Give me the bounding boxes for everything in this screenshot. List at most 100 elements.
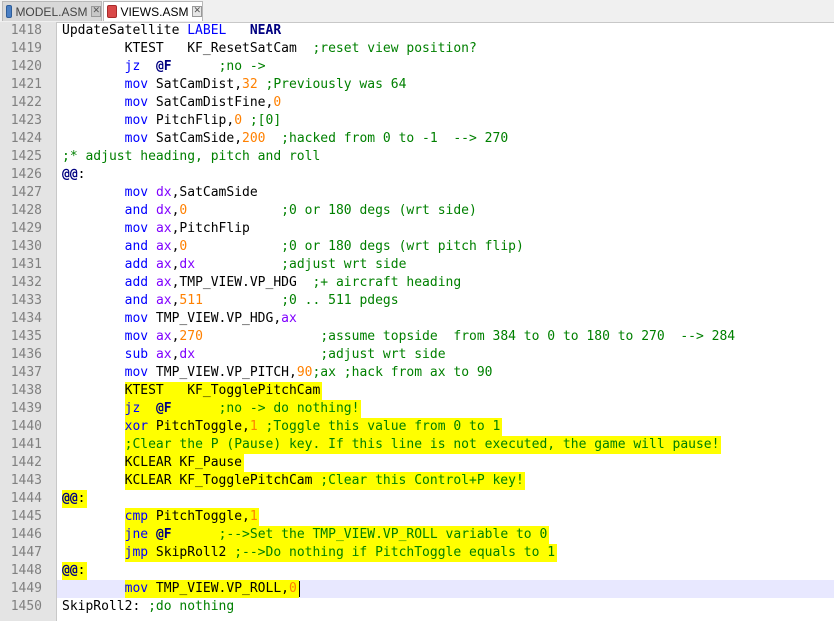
code-token: jz xyxy=(124,59,141,74)
code-line[interactable]: 1449 mov TMP_VIEW.VP_ROLL,0 xyxy=(0,580,834,598)
code-token: add xyxy=(124,275,149,290)
code-token: KCLEAR KF_Pause xyxy=(62,455,243,470)
code-text: jz @F ;no -> do nothing! xyxy=(62,400,360,418)
code-line[interactable]: 1429 mov ax,PitchFlip xyxy=(0,220,834,238)
code-token: ;Clear the P (Pause) key. If this line i… xyxy=(124,437,720,452)
code-token: PitchToggle, xyxy=(148,419,250,434)
code-line[interactable]: 1432 add ax,TMP_VIEW.VP_HDG ;+ aircraft … xyxy=(0,274,834,292)
code-text: @@: xyxy=(62,490,85,508)
close-tab-icon[interactable]: ✕ xyxy=(91,6,101,17)
code-line[interactable]: 1434 mov TMP_VIEW.VP_HDG,ax xyxy=(0,310,834,328)
code-line[interactable]: 1446 jne @F ;-->Set the TMP_VIEW.VP_ROLL… xyxy=(0,526,834,544)
code-line[interactable]: 1442 KCLEAR KF_Pause xyxy=(0,454,834,472)
code-token: mov xyxy=(124,581,149,596)
code-token: : xyxy=(77,563,86,578)
code-text: mov ax,270 ;assume topside from 384 to 0… xyxy=(62,328,736,346)
code-line[interactable]: 1422 mov SatCamDistFine,0 xyxy=(0,94,834,112)
code-line[interactable]: 1433 and ax,511 ;0 .. 511 pdegs xyxy=(0,292,834,310)
code-line[interactable]: 1423 mov PitchFlip,0 ;[0] xyxy=(0,112,834,130)
code-line[interactable]: 1438 KTEST KF_TogglePitchCam xyxy=(0,382,834,400)
code-token: ;* adjust heading, pitch and roll xyxy=(62,149,321,164)
code-token: @F xyxy=(155,527,172,542)
code-token: mov xyxy=(124,329,149,344)
code-token: ax xyxy=(155,221,172,236)
tab-views-asm[interactable]: VIEWS.ASM ✕ xyxy=(103,1,203,21)
code-token: xor xyxy=(124,419,149,434)
code-text: and dx,0 ;0 or 180 degs (wrt side) xyxy=(62,202,477,220)
line-number: 1444 xyxy=(10,491,42,506)
code-line[interactable]: 1419 KTEST KF_ResetSatCam ;reset view po… xyxy=(0,40,834,58)
code-token: ;no -> xyxy=(218,59,266,74)
line-number: 1448 xyxy=(10,563,42,578)
code-token: and xyxy=(124,203,149,218)
code-line[interactable]: 1440 xor PitchToggle,1 ;Toggle this valu… xyxy=(0,418,834,436)
code-editor[interactable]: 1418 UpdateSatellite LABEL NEAR 1419 KTEST… xyxy=(0,22,834,621)
code-token: cmp xyxy=(124,509,149,524)
code-line[interactable]: 1435 mov ax,270 ;assume topside from 384… xyxy=(0,328,834,346)
code-token: add xyxy=(124,257,149,272)
line-number: 1433 xyxy=(10,293,42,308)
code-line[interactable]: 1443 KCLEAR KF_TogglePitchCam ;Clear thi… xyxy=(0,472,834,490)
code-line[interactable]: 1426 @@: xyxy=(0,166,834,184)
line-number: 1434 xyxy=(10,311,42,326)
close-tab-icon[interactable]: ✕ xyxy=(192,6,202,17)
code-text: mov ax,PitchFlip xyxy=(62,220,250,238)
code-token: 0 xyxy=(273,95,282,110)
code-token: mov xyxy=(124,365,149,380)
code-token: @F xyxy=(155,59,172,74)
code-token: dx xyxy=(155,185,172,200)
code-line[interactable]: 1427 mov dx,SatCamSide xyxy=(0,184,834,202)
code-token: @@ xyxy=(62,491,78,506)
code-text: mov SatCamDist,32 ;Previously was 64 xyxy=(62,76,407,94)
code-token: mov xyxy=(124,185,149,200)
code-line[interactable]: 1436 sub ax,dx ;adjust wrt side xyxy=(0,346,834,364)
code-line[interactable]: 1448 @@: xyxy=(0,562,834,580)
code-text: xor PitchToggle,1 ;Toggle this value fro… xyxy=(62,418,501,436)
code-line[interactable]: 1428 and dx,0 ;0 or 180 degs (wrt side) xyxy=(0,202,834,220)
code-token: : xyxy=(77,167,86,182)
code-text: mov TMP_VIEW.VP_PITCH,90;ax ;hack from a… xyxy=(62,364,493,382)
code-token: mov xyxy=(124,95,149,110)
code-line[interactable]: 1445 cmp PitchToggle,1 xyxy=(0,508,834,526)
tab-label: VIEWS.ASM xyxy=(120,4,189,19)
line-number: 1438 xyxy=(10,383,42,398)
code-line[interactable]: 1431 add ax,dx ;adjust wrt side xyxy=(0,256,834,274)
line-number: 1427 xyxy=(10,185,42,200)
code-token: 0 xyxy=(234,113,243,128)
code-line[interactable]: 1430 and ax,0 ;0 or 180 degs (wrt pitch … xyxy=(0,238,834,256)
floppy-disk-unsaved-icon xyxy=(107,5,118,18)
code-token: ;assume topside from 384 to 0 to 180 to … xyxy=(320,329,736,344)
code-token: ;no -> do nothing! xyxy=(218,401,360,416)
tab-model-asm[interactable]: MODEL.ASM ✕ xyxy=(2,1,102,21)
code-line[interactable]: 1437 mov TMP_VIEW.VP_PITCH,90;ax ;hack f… xyxy=(0,364,834,382)
code-text: KTEST KF_ResetSatCam ;reset view positio… xyxy=(62,40,477,58)
code-text: mov TMP_VIEW.VP_ROLL,0 xyxy=(62,580,297,598)
code-line[interactable]: 1418 UpdateSatellite LABEL NEAR xyxy=(0,22,834,40)
code-text: mov PitchFlip,0 ;[0] xyxy=(62,112,282,130)
code-line[interactable]: 1425 ;* adjust heading, pitch and roll xyxy=(0,148,834,166)
code-line[interactable]: 1450 SkipRoll2: ;do nothing xyxy=(0,598,834,616)
line-number: 1424 xyxy=(10,131,42,146)
code-line[interactable]: 1420 jz @F ;no -> xyxy=(0,58,834,76)
code-line[interactable]: 1441 ;Clear the P (Pause) key. If this l… xyxy=(0,436,834,454)
code-line[interactable]: 1447 jmp SkipRoll2 ;-->Do nothing if Pit… xyxy=(0,544,834,562)
code-line[interactable]: 1439 jz @F ;no -> do nothing! xyxy=(0,400,834,418)
code-text: and ax,511 ;0 .. 511 pdegs xyxy=(62,292,399,310)
line-number: 1443 xyxy=(10,473,42,488)
line-number: 1442 xyxy=(10,455,42,470)
code-line[interactable]: 1424 mov SatCamSide,200 ;hacked from 0 t… xyxy=(0,130,834,148)
code-line[interactable]: 1444 @@: xyxy=(0,490,834,508)
code-line[interactable]: 1421 mov SatCamDist,32 ;Previously was 6… xyxy=(0,76,834,94)
code-token: ax xyxy=(155,329,172,344)
code-text: @@: xyxy=(62,166,85,184)
